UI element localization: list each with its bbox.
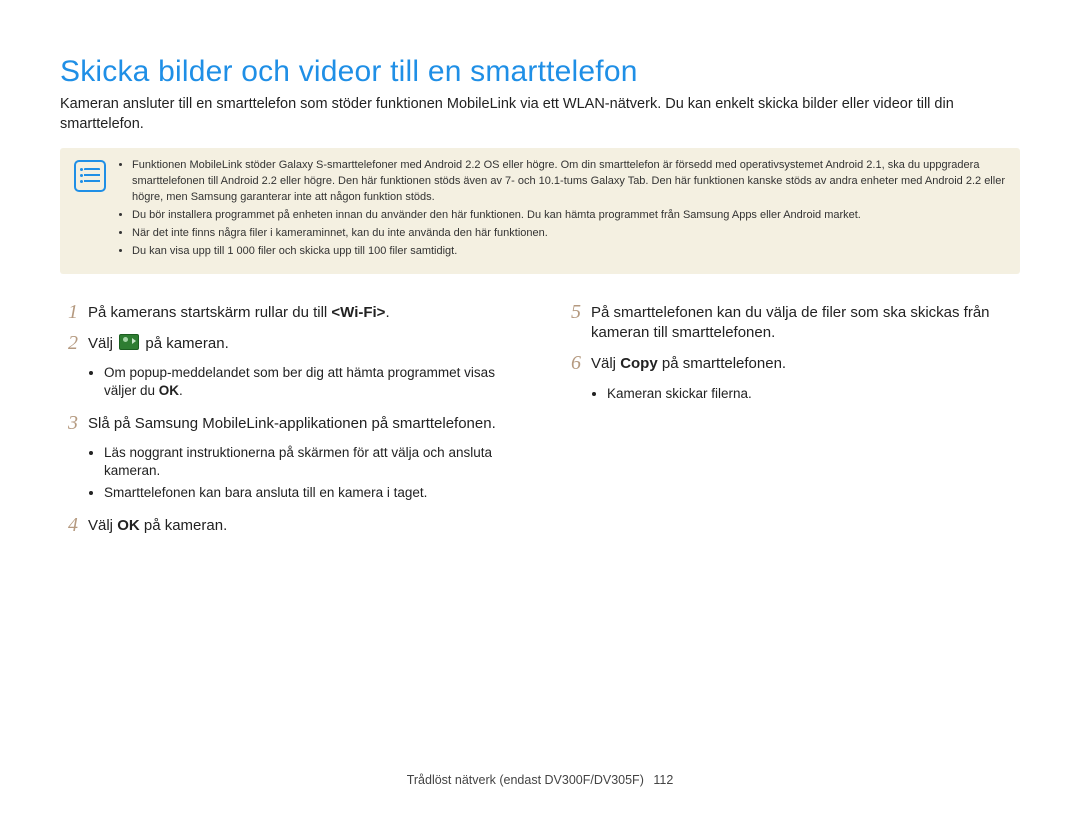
step-5: 5 På smarttelefonen kan du välja de file…: [563, 302, 1020, 344]
note-box: Funktionen MobileLink stöder Galaxy S-sm…: [60, 148, 1020, 274]
note-item: Du kan visa upp till 1 000 filer och ski…: [132, 244, 1006, 260]
step-text-bold: OK: [117, 517, 140, 534]
bullet-post: .: [179, 383, 183, 398]
step-number: 3: [60, 413, 78, 434]
mobilelink-icon: [119, 334, 139, 350]
step-number: 6: [563, 353, 581, 374]
page-number: 112: [653, 773, 673, 787]
step-text: Välj Copy på smarttelefonen.: [591, 353, 786, 374]
step-text-post: på kameran.: [140, 517, 228, 534]
step-3: 3 Slå på Samsung MobileLink-applikatione…: [60, 413, 517, 434]
step-3-bullets: Läs noggrant instruktionerna på skärmen …: [60, 444, 517, 503]
step-text-post: .: [385, 304, 389, 321]
step-2: 2 Välj på kameran.: [60, 333, 517, 354]
step-6-bullets: Kameran skickar filerna.: [563, 385, 1020, 403]
footer-section: Trådlöst nätverk (endast DV300F/DV305F): [407, 773, 644, 787]
note-item: När det inte finns några filer i kameram…: [132, 226, 1006, 242]
step-1: 1 På kamerans startskärm rullar du till …: [60, 302, 517, 323]
list-item: Smarttelefonen kan bara ansluta till en …: [104, 484, 517, 502]
note-item: Funktionen MobileLink stöder Galaxy S-sm…: [132, 158, 1006, 206]
step-6: 6 Välj Copy på smarttelefonen.: [563, 353, 1020, 374]
step-text-pre: Välj: [591, 355, 620, 372]
step-number: 1: [60, 302, 78, 323]
step-text-pre: Välj: [88, 335, 117, 352]
list-item: Om popup-meddelandet som ber dig att häm…: [104, 364, 517, 400]
step-text-pre: Välj: [88, 517, 117, 534]
step-2-bullets: Om popup-meddelandet som ber dig att häm…: [60, 364, 517, 400]
step-text: Välj på kameran.: [88, 333, 229, 354]
page-title: Skicka bilder och videor till en smartte…: [60, 55, 1020, 89]
note-item: Du bör installera programmet på enheten …: [132, 208, 1006, 224]
step-text: Slå på Samsung MobileLink-applikationen …: [88, 413, 496, 434]
intro-paragraph: Kameran ansluter till en smarttelefon so…: [60, 95, 1020, 134]
page-footer: Trådlöst nätverk (endast DV300F/DV305F) …: [0, 773, 1080, 787]
step-text-post: på kameran.: [141, 335, 229, 352]
list-item: Kameran skickar filerna.: [607, 385, 1020, 403]
step-number: 2: [60, 333, 78, 354]
note-list-icon: [74, 160, 106, 192]
step-4: 4 Välj OK på kameran.: [60, 515, 517, 536]
right-column: 5 På smarttelefonen kan du välja de file…: [563, 302, 1020, 546]
step-text-bold: <Wi-Fi>: [331, 304, 385, 321]
steps-columns: 1 På kamerans startskärm rullar du till …: [60, 302, 1020, 546]
bullet-bold: OK: [159, 383, 179, 398]
step-number: 4: [60, 515, 78, 536]
step-text-pre: På kamerans startskärm rullar du till: [88, 304, 331, 321]
list-item: Läs noggrant instruktionerna på skärmen …: [104, 444, 517, 480]
step-text-bold: Copy: [620, 355, 658, 372]
step-text: Välj OK på kameran.: [88, 515, 227, 536]
document-page: Skicka bilder och videor till en smartte…: [0, 0, 1080, 815]
step-text: På smarttelefonen kan du välja de filer …: [591, 302, 1020, 344]
step-text-post: på smarttelefonen.: [658, 355, 786, 372]
step-number: 5: [563, 302, 581, 344]
step-text: På kamerans startskärm rullar du till <W…: [88, 302, 390, 323]
note-bullet-list: Funktionen MobileLink stöder Galaxy S-sm…: [118, 158, 1006, 262]
left-column: 1 På kamerans startskärm rullar du till …: [60, 302, 517, 546]
